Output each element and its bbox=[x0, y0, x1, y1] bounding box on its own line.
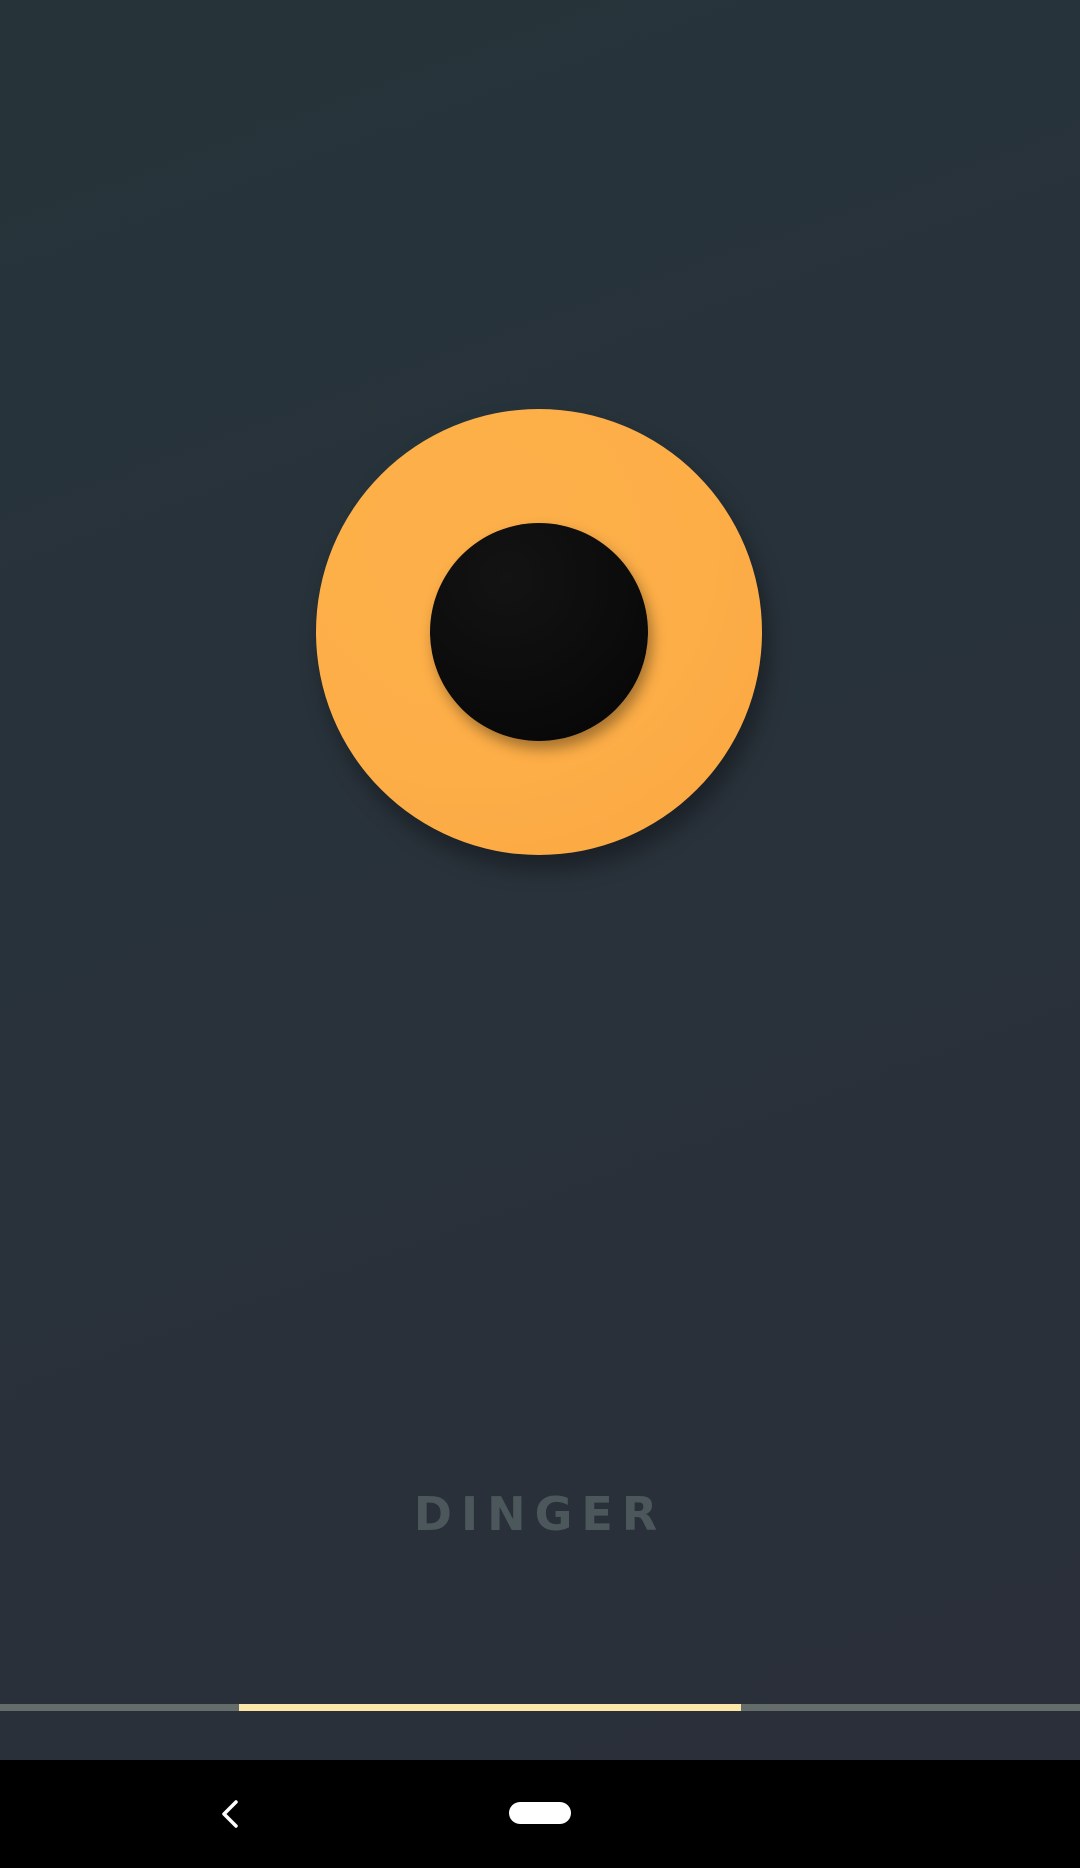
loading-progress-fill bbox=[239, 1704, 741, 1711]
dinger-logo-icon bbox=[316, 409, 762, 855]
splash-screen: DINGER bbox=[0, 0, 1080, 1760]
back-button[interactable] bbox=[212, 1784, 248, 1844]
screen: DINGER bbox=[0, 0, 1080, 1868]
home-button[interactable] bbox=[509, 1802, 571, 1824]
app-name: DINGER bbox=[413, 1487, 667, 1541]
system-navigation-bar bbox=[0, 1760, 1080, 1868]
chevron-left-icon bbox=[222, 1800, 238, 1828]
logo-center bbox=[430, 523, 648, 741]
